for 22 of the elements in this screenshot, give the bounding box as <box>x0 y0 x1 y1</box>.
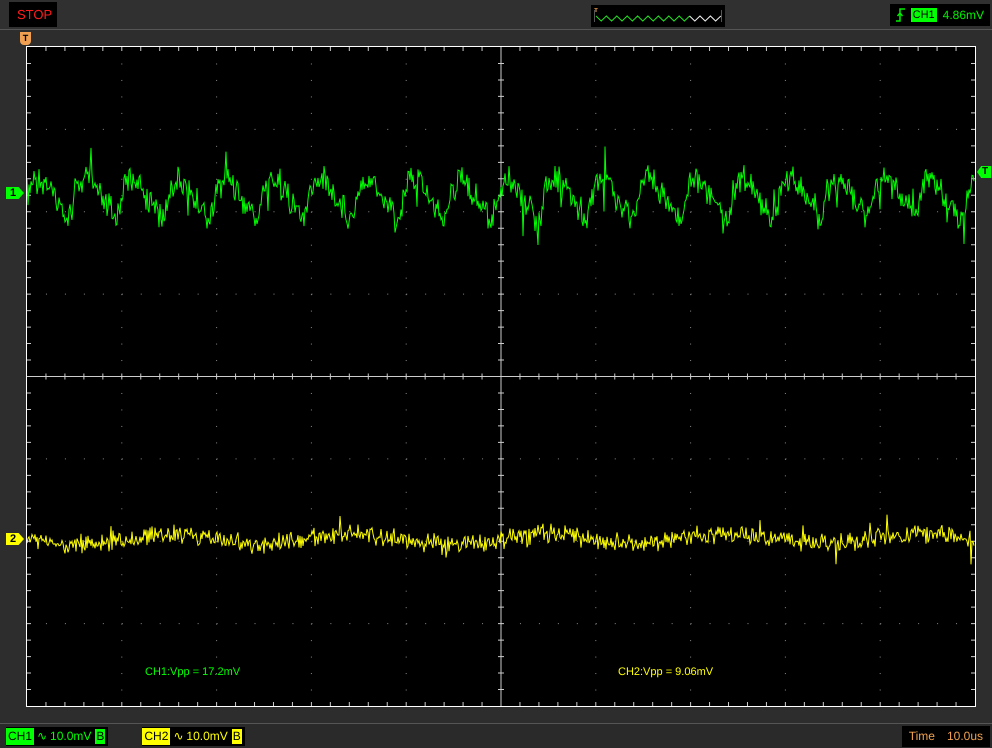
measurement-readout: CH2:Vpp = 9.06mV <box>618 665 714 680</box>
trigger-level-marker[interactable]: T <box>977 166 991 178</box>
coupling-symbol: ∿ <box>37 728 48 745</box>
trigger-position-marker[interactable]: T <box>20 32 31 45</box>
trigger-channel: CH1 <box>910 8 937 22</box>
measurement-readout: CH1:Vpp = 17.2mV <box>145 665 240 680</box>
channel-scale: 10.0mV <box>50 728 92 745</box>
trigger-level: 4.86mV <box>942 6 984 24</box>
timebase-value: 10.0us <box>946 728 983 745</box>
channel-label: CH2 <box>142 728 170 744</box>
bandwidth-limit-mark: B <box>230 728 243 744</box>
timebase-label: Time <box>908 728 935 745</box>
channel-scale: 10.0mV <box>186 728 228 745</box>
coupling-symbol: ∿ <box>173 728 184 745</box>
channel-marker[interactable]: 1 <box>6 187 24 199</box>
channel-settings[interactable]: CH2 ∿ 10.0mV B <box>142 726 245 746</box>
rising-edge-icon <box>896 8 905 22</box>
channel-marker[interactable]: 2 <box>6 533 24 545</box>
channel-settings[interactable]: CH1 ∿ 10.0mV B <box>6 726 108 746</box>
channel-label: CH1 <box>6 728 34 744</box>
bandwidth-limit-mark: B <box>94 728 106 744</box>
run-status[interactable]: STOP <box>9 2 57 28</box>
